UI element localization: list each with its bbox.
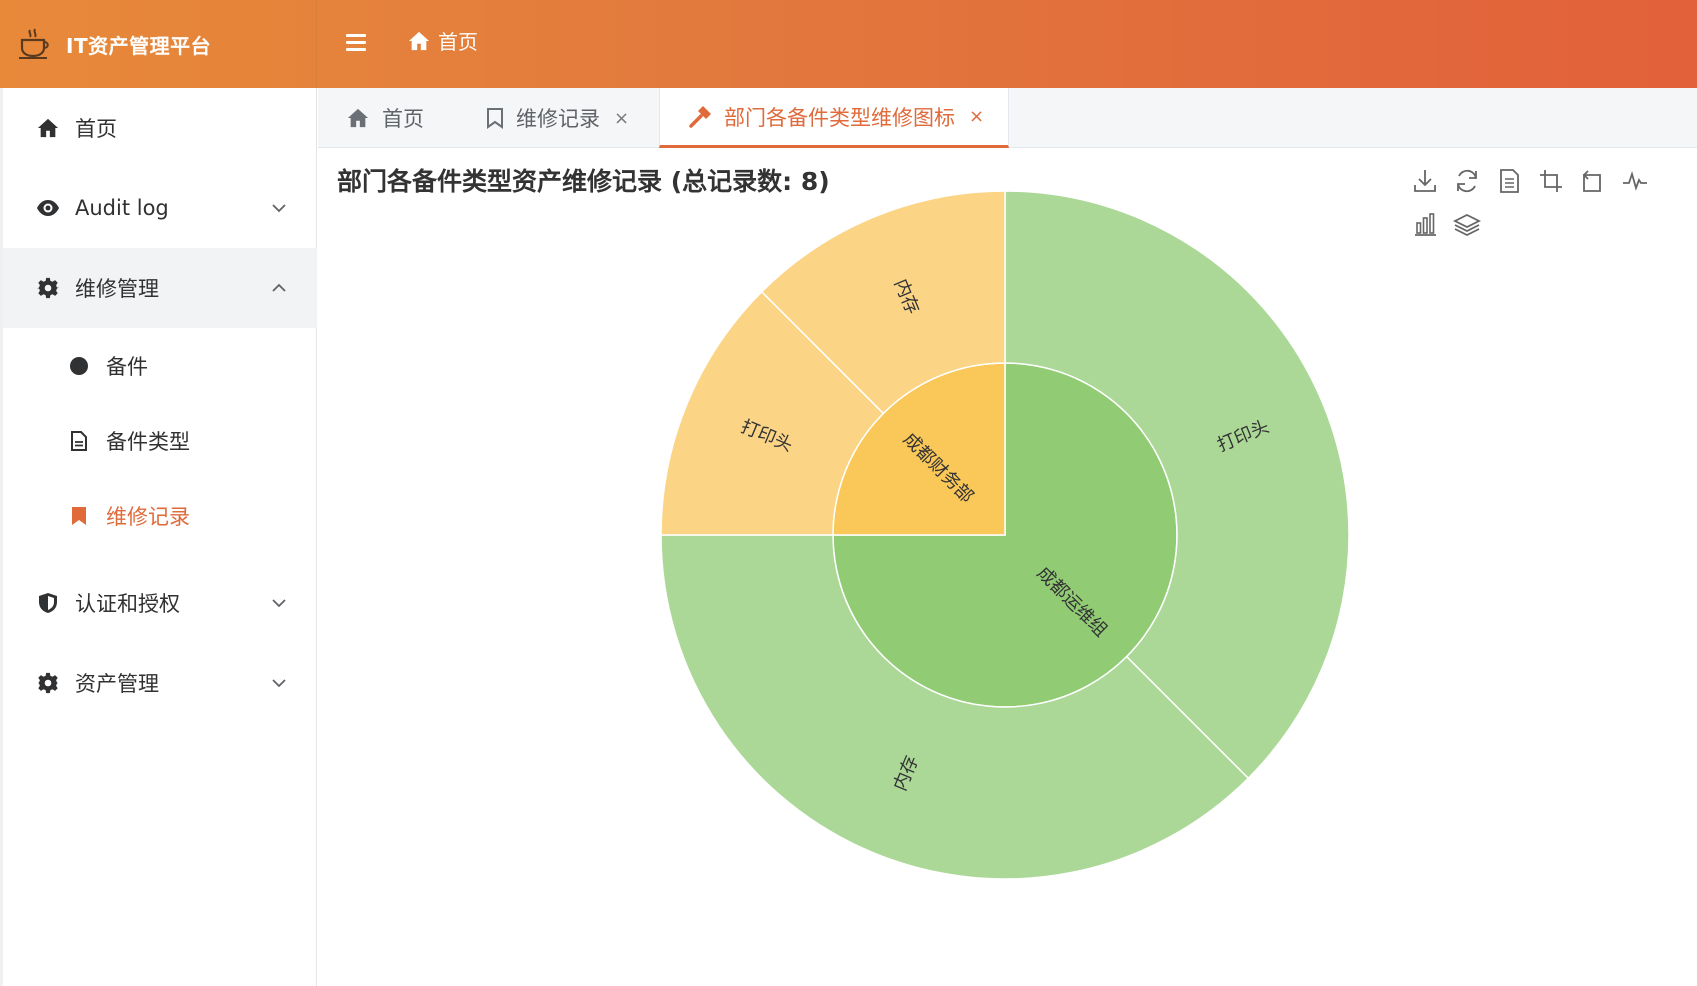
sidebar-item-label: 资产管理 <box>75 672 159 696</box>
bar-chart-icon[interactable] <box>1410 210 1440 240</box>
sidebar-subitem-label: 维修记录 <box>106 504 190 529</box>
home-icon <box>347 108 369 128</box>
download-icon[interactable] <box>1410 166 1440 196</box>
bookmark-icon <box>487 108 503 129</box>
shield-icon <box>36 591 60 615</box>
zoom-reset-icon[interactable] <box>1578 166 1608 196</box>
tab-home[interactable]: 首页 <box>346 88 424 148</box>
tabs-bar: 首页 维修记录 × 部门各备件类型维修图标 × <box>318 88 1697 148</box>
eye-icon <box>36 196 60 220</box>
home-icon <box>36 116 60 140</box>
zoom-icon[interactable] <box>1536 166 1566 196</box>
chevron-down-icon <box>272 204 286 213</box>
chevron-down-icon <box>272 679 286 688</box>
sidebar-item-label: 维修管理 <box>75 277 159 301</box>
tab-maintenance-records[interactable]: 维修记录 × <box>486 88 629 148</box>
sidebar-subitem-spare-part-types[interactable]: 备件类型 <box>3 403 317 478</box>
home-icon <box>408 31 430 50</box>
document-icon <box>67 429 91 453</box>
sidebar: 首页 Audit log 维修管理 备件 备件类型 维修记录 认证和授权 资产管… <box>0 88 317 986</box>
app-title: IT资产管理平台 <box>66 33 212 58</box>
tab-label: 首页 <box>382 107 424 131</box>
sunburst-chart[interactable]: 成都运维组打印头内存成都财务部打印头内存 <box>640 190 1370 890</box>
bookmark-icon <box>67 504 91 528</box>
close-icon[interactable]: × <box>614 108 629 129</box>
chart-toolbox <box>1410 166 1680 246</box>
sidebar-item-asset-management[interactable]: 资产管理 <box>3 643 317 723</box>
close-icon[interactable]: × <box>969 106 984 127</box>
sidebar-subitem-spare-parts[interactable]: 备件 <box>3 328 317 403</box>
menu-toggle-button[interactable] <box>346 30 374 58</box>
app-root: IT资产管理平台 首页 首页 Audit log 维修管理 备件 备件类型 维修… <box>0 0 1697 986</box>
hammer-icon <box>689 105 711 128</box>
line-chart-icon[interactable] <box>1620 166 1650 196</box>
sidebar-subitem-maintenance-records[interactable]: 维修记录 <box>3 478 317 553</box>
stack-icon[interactable] <box>1452 210 1482 240</box>
sidebar-item-home[interactable]: 首页 <box>3 88 317 168</box>
tab-department-chart[interactable]: 部门各备件类型维修图标 × <box>659 88 1009 148</box>
breadcrumb-home: 首页 <box>438 30 478 54</box>
sidebar-item-auth[interactable]: 认证和授权 <box>3 563 317 643</box>
brand[interactable]: IT资产管理平台 <box>0 0 317 88</box>
top-header: IT资产管理平台 首页 <box>0 0 1697 88</box>
sidebar-item-audit-log[interactable]: Audit log <box>3 168 317 248</box>
sidebar-item-label: Audit log <box>75 196 169 220</box>
coffee-logo-icon <box>19 28 49 59</box>
tab-label: 维修记录 <box>516 107 600 131</box>
sidebar-subitem-label: 备件 <box>106 354 148 379</box>
refresh-icon[interactable] <box>1452 166 1482 196</box>
sunburst-chart-container: 成都运维组 打印头 内存 成都财务部 打印头 内存 <box>640 190 1370 890</box>
gear-icon <box>36 276 60 300</box>
data-view-icon[interactable] <box>1494 166 1524 196</box>
gear-icon <box>36 671 60 695</box>
chevron-up-icon <box>272 283 286 292</box>
sidebar-subitem-label: 备件类型 <box>106 429 190 454</box>
sidebar-item-label: 认证和授权 <box>75 592 180 616</box>
sidebar-item-label: 首页 <box>75 117 117 141</box>
tab-label: 部门各备件类型维修图标 <box>724 105 955 130</box>
sidebar-item-maintenance[interactable]: 维修管理 <box>3 248 317 328</box>
chevron-down-icon <box>272 599 286 608</box>
circle-icon <box>67 354 91 378</box>
breadcrumb[interactable]: 首页 <box>408 26 478 55</box>
